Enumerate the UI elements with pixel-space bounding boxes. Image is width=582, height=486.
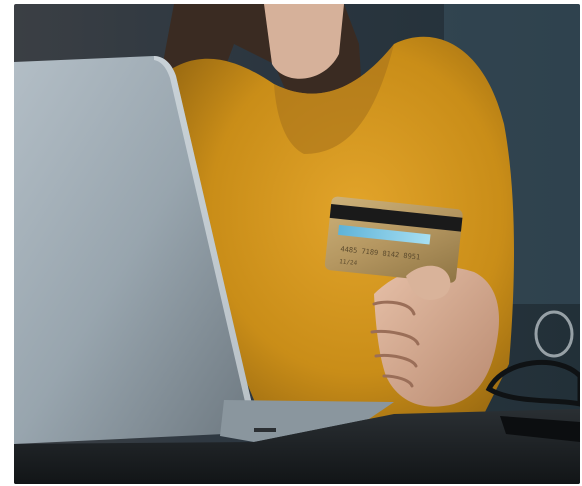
photo-scene: 4485 7189 8142 8951 11/24 xyxy=(14,4,580,484)
laptop-port xyxy=(254,428,276,432)
page-canvas: 4485 7189 8142 8951 11/24 xyxy=(0,0,582,486)
stock-photo: 4485 7189 8142 8951 11/24 xyxy=(14,4,580,484)
